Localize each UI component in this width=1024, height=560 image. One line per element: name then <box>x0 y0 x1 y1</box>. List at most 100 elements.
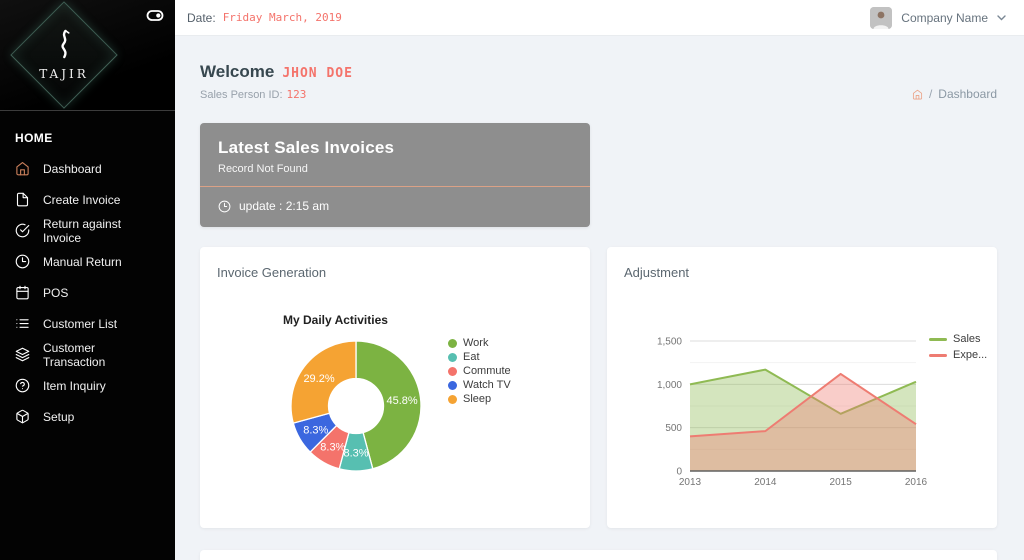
svg-text:8.3%: 8.3% <box>343 448 368 460</box>
legend-swatch <box>448 380 457 390</box>
svg-text:1,500: 1,500 <box>657 337 682 348</box>
logo-text: TAJIR <box>39 66 89 81</box>
legend-item: Work <box>448 337 511 349</box>
card-title: Latest Sales Invoices <box>218 138 395 157</box>
legend-label: Work <box>463 337 489 349</box>
svg-text:29.2%: 29.2% <box>303 373 334 385</box>
legend-swatch <box>448 352 457 362</box>
legend-item: Expe... <box>929 349 988 361</box>
latest-sales-invoices-card: Latest Sales Invoices Record Not Found u… <box>200 123 590 227</box>
calendar-icon <box>16 285 29 300</box>
sidebar-item-label: Dashboard <box>43 161 102 176</box>
breadcrumb-separator: / <box>928 87 933 101</box>
update-time: update : 2:15 am <box>218 187 572 213</box>
svg-text:45.8%: 45.8% <box>387 395 418 407</box>
user-name: JHON DOE <box>282 66 353 81</box>
list-icon <box>16 319 29 328</box>
legend-label: Commute <box>463 365 511 377</box>
donut-chart: 45.8%8.3%8.3%8.3%29.2% <box>290 340 422 472</box>
sidebar-item-customer-list[interactable]: Customer List <box>0 308 175 339</box>
sidebar-item-setup[interactable]: Setup <box>0 401 175 432</box>
sidebar: TAJIR HOME Dashboard Create Invoice Retu… <box>0 0 175 560</box>
sidebar-item-create-invoice[interactable]: Create Invoice <box>0 184 175 215</box>
breadcrumb: / Dashboard <box>912 87 997 101</box>
layers-icon <box>15 347 30 362</box>
welcome-heading: Welcome JHON DOE <box>200 62 353 82</box>
sidebar-toggle-icon[interactable] <box>146 9 164 27</box>
sidebar-item-customer-transaction[interactable]: Customer Transaction <box>0 339 175 370</box>
legend-item: Eat <box>448 351 511 363</box>
logo: TAJIR <box>10 1 118 109</box>
sales-person-id: Sales Person ID: 123 <box>200 88 306 101</box>
company-dropdown[interactable]: Company Name <box>870 6 1024 29</box>
legend-item: Commute <box>448 365 511 377</box>
sidebar-item-label: Manual Return <box>43 254 122 269</box>
clock-icon <box>218 200 231 212</box>
sidebar-item-dashboard[interactable]: Dashboard <box>0 153 175 184</box>
nav-section-home: HOME <box>15 131 53 145</box>
sidebar-nav: HOME Dashboard Create Invoice Return aga… <box>0 111 175 432</box>
sidebar-item-label: Setup <box>43 409 75 424</box>
home-icon <box>16 162 29 176</box>
top-header: Date: Friday March, 2019 Company Name <box>175 0 1024 36</box>
invoice-generation-card: Invoice Generation My Daily Activities 4… <box>200 247 590 528</box>
box-icon <box>16 409 29 424</box>
update-time-text: update : 2:15 am <box>239 199 330 213</box>
sidebar-item-return-against-invoice[interactable]: Return against Invoice <box>0 215 175 246</box>
logo-area: TAJIR <box>0 0 175 111</box>
card-title: Invoice Generation <box>217 265 327 280</box>
calligraphy-icon <box>56 29 72 65</box>
svg-text:2014: 2014 <box>754 477 777 488</box>
svg-text:2016: 2016 <box>905 477 928 488</box>
legend-label: Eat <box>463 351 480 363</box>
legend-item: Sales <box>929 333 987 345</box>
svg-text:500: 500 <box>665 423 682 434</box>
date-label: Date: <box>187 10 216 25</box>
check-circle-icon <box>15 223 30 238</box>
greeting: Welcome <box>200 62 275 81</box>
svg-text:0: 0 <box>676 467 682 478</box>
chevron-down-icon <box>997 14 1006 20</box>
legend-swatch <box>448 366 457 376</box>
legend-item: Watch TV <box>448 379 511 391</box>
sidebar-item-manual-return[interactable]: Manual Return <box>0 246 175 277</box>
area-chart-legend: Sales Expe... <box>929 333 988 361</box>
sidebar-item-label: POS <box>43 285 69 300</box>
sidebar-item-label: Customer Transaction <box>43 340 106 369</box>
svg-text:1,000: 1,000 <box>657 380 682 391</box>
svg-text:2015: 2015 <box>830 477 853 488</box>
svg-text:2013: 2013 <box>679 477 702 488</box>
donut-chart-title: My Daily Activities <box>283 313 388 327</box>
record-not-found-text: Record Not Found <box>218 163 308 175</box>
home-icon[interactable] <box>912 89 923 100</box>
legend-swatch <box>448 338 457 348</box>
svg-text:8.3%: 8.3% <box>320 441 345 453</box>
company-name: Company Name <box>901 10 988 25</box>
legend-label: Expe... <box>953 349 988 361</box>
sidebar-item-label: Return against Invoice <box>43 216 122 245</box>
file-icon <box>16 192 29 207</box>
legend-label: Sales <box>953 333 981 345</box>
main-content: Welcome JHON DOE Sales Person ID: 123 / Da… <box>175 36 1024 560</box>
legend-item: Sleep <box>448 393 511 405</box>
sidebar-item-label: Create Invoice <box>43 192 121 207</box>
card-title: Adjustment <box>624 265 690 280</box>
adjustment-card: Adjustment 0 500 1,000 1,500 2013 2014 2015 201… <box>607 247 997 528</box>
help-circle-icon <box>15 378 30 393</box>
breadcrumb-current[interactable]: Dashboard <box>938 87 997 101</box>
sidebar-item-label: Customer List <box>43 316 118 331</box>
avatar[interactable] <box>870 6 893 29</box>
clock-icon <box>15 254 30 269</box>
legend-label: Sleep <box>463 393 492 405</box>
svg-text:8.3%: 8.3% <box>303 424 328 436</box>
date-value: Friday March, 2019 <box>222 11 342 24</box>
donut-legend: Work Eat Commute Watch TV Sleep <box>448 337 511 405</box>
header-date: Date: Friday March, 2019 <box>175 11 342 25</box>
sidebar-item-label: Item Inquiry <box>43 378 106 393</box>
sales-person-label: Sales Person ID: <box>200 89 283 101</box>
legend-swatch <box>929 353 947 357</box>
legend-swatch <box>929 337 947 341</box>
legend-label: Watch TV <box>463 379 511 391</box>
sidebar-item-pos[interactable]: POS <box>0 277 175 308</box>
sidebar-item-item-inquiry[interactable]: Item Inquiry <box>0 370 175 401</box>
